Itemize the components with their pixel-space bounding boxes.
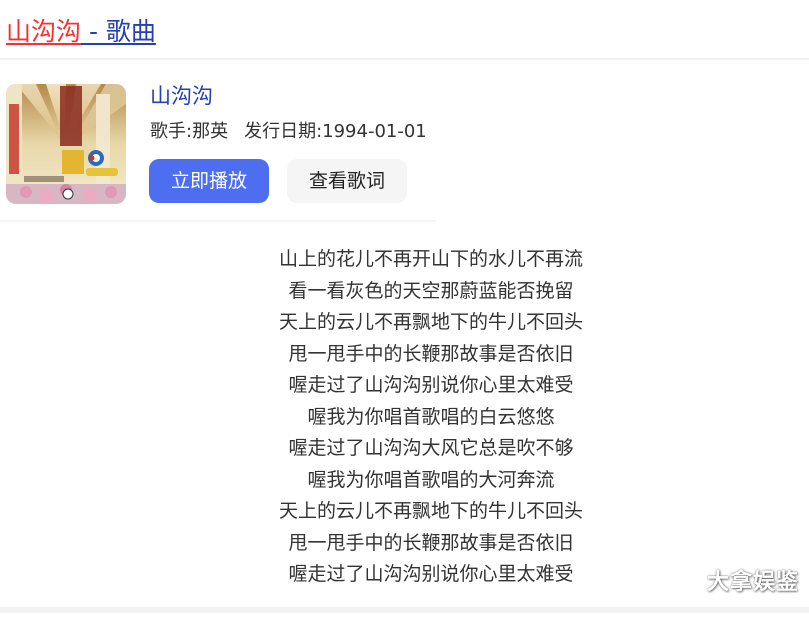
result-title-highlight[interactable]: 山沟沟 <box>6 17 81 46</box>
album-cover-image[interactable] <box>6 84 126 204</box>
watermark-text: 大拿娱鉴 <box>706 570 799 595</box>
bottom-divider <box>0 607 809 613</box>
lyric-line: 喔走过了山沟沟别说你心里太难受 <box>288 374 574 396</box>
lyric-line: 天上的云儿不再飘地下的牛儿不回头 <box>278 500 583 522</box>
lyric-line: 天上的云儿不再飘地下的牛儿不回头 <box>278 311 583 333</box>
lyric-line: 山上的花儿不再开山下的水儿不再流 <box>278 248 583 270</box>
song-meta: 歌手:那英 发行日期:1994-01-01 <box>150 119 427 145</box>
lyric-line: 甩一甩手中的长鞭那故事是否依旧 <box>288 531 574 554</box>
song-title-link[interactable]: 山沟沟 <box>150 82 213 110</box>
lyrics-block: 山上的花儿不再开山下的水儿不再流 看一看灰色的天空那蔚蓝能否挽留 天上的云儿不再… <box>200 244 662 591</box>
lyric-line: 喔我为你唱首歌唱的白云悠悠 <box>307 405 555 428</box>
lyric-line: 喔我为你唱首歌唱的大河奔流 <box>307 468 555 491</box>
lyric-line: 甩一甩手中的长鞭那故事是否依旧 <box>288 342 574 365</box>
play-now-button[interactable]: 立即播放 <box>149 159 269 203</box>
song-card: 山沟沟 歌手:那英 发行日期:1994-01-01 立即播放 查看歌词 <box>0 60 436 222</box>
singer-name: 那英 <box>192 121 229 142</box>
lyric-line: 喔走过了山沟沟大风它总是吹不够 <box>288 437 574 459</box>
release-date-label: 发行日期: <box>244 121 323 142</box>
result-title-suffix[interactable]: - 歌曲 <box>81 17 156 46</box>
release-date: 1994-01-01 <box>322 121 427 142</box>
lyric-line: 看一看灰色的天空那蔚蓝能否挽留 <box>288 279 574 302</box>
album-cover-art <box>6 84 126 204</box>
singer-label: 歌手: <box>150 121 193 142</box>
lyric-line: 喔走过了山沟沟别说你心里太难受 <box>288 563 574 585</box>
view-lyrics-button[interactable]: 查看歌词 <box>287 159 407 203</box>
result-title-link[interactable]: 山沟沟 - 歌曲 <box>6 12 156 52</box>
